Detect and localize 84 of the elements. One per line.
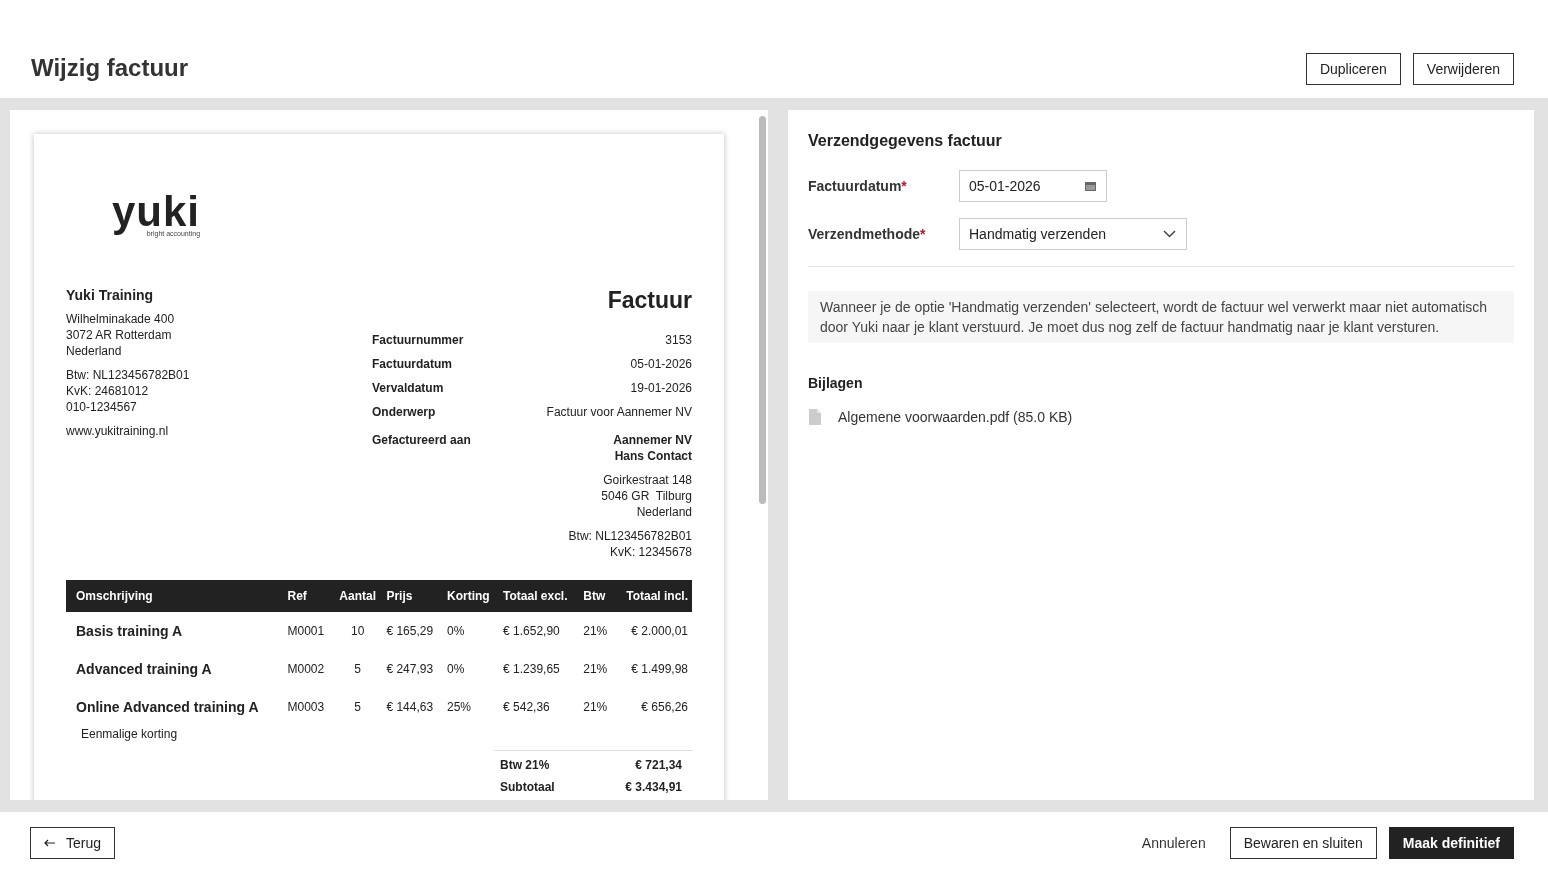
company-address-line: Nederland xyxy=(66,343,123,359)
finalize-button[interactable]: Maak definitief xyxy=(1388,827,1514,859)
column-header: Korting xyxy=(443,580,500,612)
required-mark: * xyxy=(901,178,907,194)
cancel-button[interactable]: Annuleren xyxy=(1129,828,1218,858)
column-header: Aantal xyxy=(333,580,383,612)
company-website: www.yukitraining.nl xyxy=(66,423,170,439)
chevron-down-icon xyxy=(1163,230,1176,238)
table-cell: 0% xyxy=(443,612,500,650)
invoice-heading: Factuur xyxy=(606,287,692,314)
action-button[interactable]: Verwijderen xyxy=(1412,53,1514,85)
company-name: Yuki Training xyxy=(66,287,155,303)
table-cell-text: 25% xyxy=(446,699,472,716)
table-cell-text: 21% xyxy=(582,699,609,716)
scrollbar-thumb[interactable] xyxy=(758,116,766,504)
meta-value: 3153 xyxy=(665,332,692,349)
company-address-line: Wilhelminakade 400 xyxy=(66,311,176,327)
dropdown-field[interactable]: Handmatig verzenden xyxy=(959,218,1187,250)
table-cell: € 1.652,90 xyxy=(499,612,580,650)
client-address-line: Nederland xyxy=(636,504,692,520)
column-header: Totaal excl. xyxy=(499,580,580,612)
field-label: Verzendmethode xyxy=(808,226,921,242)
table-cell-text: 5 xyxy=(353,699,363,716)
table-cell-text: 0% xyxy=(446,661,466,678)
meta-label: Onderwerp xyxy=(372,404,436,421)
table-cell: Basis training A xyxy=(66,612,284,650)
table-cell: € 165,29 xyxy=(382,612,443,650)
table-cell-text: 5 xyxy=(353,661,363,678)
section-title: Bijlagen xyxy=(808,375,864,391)
column-header: Totaal incl. xyxy=(614,580,692,612)
table-cell-text: Online Advanced training A xyxy=(75,698,260,717)
section-title: Verzendgegevens factuur xyxy=(808,132,1003,150)
table-cell-text: € 656,26 xyxy=(640,699,689,716)
table-cell-text: € 144,63 xyxy=(385,699,435,716)
calendar-icon[interactable] xyxy=(1085,181,1096,191)
company-detail: KvK: 24681012 xyxy=(66,383,150,399)
table-cell-text: Advanced training A xyxy=(75,660,213,679)
total-label: Subtotaal xyxy=(500,779,555,795)
client-name: Hans Contact xyxy=(614,448,692,464)
client-detail: Btw: NL123456782B01 xyxy=(568,528,692,544)
table-cell: 10 xyxy=(333,612,383,650)
row-note: Eenmalige korting xyxy=(81,727,178,741)
table-cell-text: € 1.499,98 xyxy=(630,661,689,678)
client-address-line: 5046 GR Tilburg xyxy=(601,488,692,504)
company-detail: Btw: NL123456782B01 xyxy=(66,367,190,383)
table-cell-text: 21% xyxy=(582,661,609,678)
table-cell: € 2.000,01 xyxy=(614,612,692,650)
meta-value: Factuur voor Aannemer NV xyxy=(546,404,692,421)
meta-label: Factuurdatum xyxy=(372,356,452,373)
table-cell-text: € 247,93 xyxy=(385,661,435,678)
column-header: Ref xyxy=(283,580,333,612)
total-value: € 721,34 xyxy=(635,757,682,773)
meta-value: 05-01-2026 xyxy=(630,356,692,373)
table-cell-text: M0003 xyxy=(286,699,326,716)
back-button[interactable]: Terug xyxy=(30,827,116,859)
total-value: € 3.434,91 xyxy=(625,779,682,795)
company-address-line: 3072 AR Rotterdam xyxy=(66,327,173,343)
total-label: Btw 21% xyxy=(500,757,550,773)
table-cell-text: € 542,36 xyxy=(502,699,551,716)
required-mark: * xyxy=(920,226,926,242)
company-detail: 010-1234567 xyxy=(66,399,138,415)
info-message: Wanneer je de optie 'Handmatig verzenden' selecteert, wordt de factuur wel verwerkt maar niet automatisch door Yuki naar je klant verstuurd. Je moet dus nog zelf de factuur handmatig naar je klant versturen. xyxy=(808,291,1514,343)
table-cell-text: € 1.239,65 xyxy=(502,661,561,678)
meta-value: 19-01-2026 xyxy=(630,380,692,397)
column-header: Prijs xyxy=(382,580,443,612)
table-cell-text: M0002 xyxy=(286,661,326,678)
page-title: Wijzig factuur xyxy=(31,54,189,82)
meta-label: Factuurnummer xyxy=(372,332,464,349)
arrow-left-icon xyxy=(44,839,56,847)
attachment-link[interactable]: Algemene voorwaarden.pdf (85.0 KB) xyxy=(838,409,1073,425)
client-address-line: Goirkestraat 148 xyxy=(603,472,692,488)
table-cell: 21% xyxy=(579,612,615,650)
meta-label: Gefactureerd aan xyxy=(372,432,471,449)
table-cell: M0001 xyxy=(283,612,333,650)
meta-label: Vervaldatum xyxy=(372,380,444,397)
client-name: Aannemer NV xyxy=(613,432,692,448)
date-field[interactable]: 05-01-2026 xyxy=(959,170,1107,202)
save-close-button[interactable]: Bewaren en sluiten xyxy=(1229,827,1377,859)
client-detail: KvK: 12345678 xyxy=(609,544,692,560)
field-label: Factuurdatum xyxy=(808,178,902,194)
column-header: Btw xyxy=(579,580,615,612)
action-button[interactable]: Dupliceren xyxy=(1305,53,1401,85)
file-icon xyxy=(808,409,822,425)
column-header: Omschrijving xyxy=(66,580,284,612)
